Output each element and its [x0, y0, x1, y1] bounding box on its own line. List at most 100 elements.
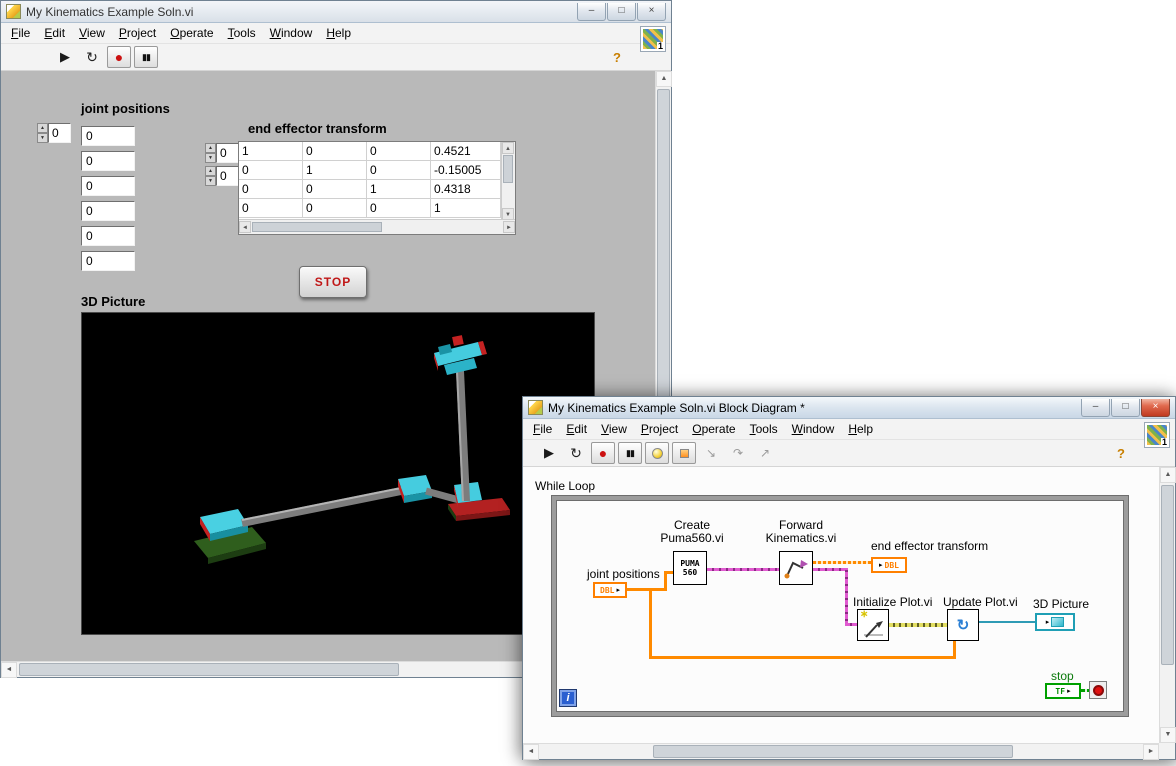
run-button[interactable]: ▶ [537, 442, 561, 464]
decrement-icon[interactable]: ▼ [205, 153, 216, 163]
menu-view[interactable]: View [594, 420, 634, 438]
joint-positions-terminal[interactable]: DBL ▸ [593, 582, 627, 598]
table-cell[interactable]: 0 [367, 199, 431, 218]
wire-joint-positions-branch[interactable] [953, 641, 956, 659]
menu-operate[interactable]: Operate [163, 24, 220, 42]
table-cell[interactable]: 1 [303, 161, 367, 180]
stop-button[interactable]: STOP [299, 266, 367, 298]
wire-joint-positions-branch[interactable] [649, 656, 956, 659]
table-cell[interactable]: 0 [239, 199, 303, 218]
joint-index-control[interactable]: ▲ ▼ 0 [37, 123, 71, 143]
diagram-horizontal-scrollbar[interactable]: ◄ ► [523, 743, 1159, 759]
scroll-up-icon[interactable]: ▲ [1160, 467, 1176, 483]
run-continuous-button[interactable]: ↻ [564, 442, 588, 464]
loop-condition-terminal[interactable] [1089, 681, 1107, 699]
table-cell[interactable]: 0.4521 [431, 142, 501, 161]
joint-value-1[interactable]: 0 [81, 151, 135, 171]
table-vertical-scrollbar[interactable]: ▲ ▼ [501, 142, 515, 220]
table-cell[interactable]: 0.4318 [431, 180, 501, 199]
end-effector-terminal[interactable]: ▸ DBL [871, 557, 907, 573]
decrement-icon[interactable]: ▼ [37, 133, 48, 143]
increment-icon[interactable]: ▲ [205, 143, 216, 153]
help-button[interactable]: ? [1109, 442, 1133, 464]
menu-window[interactable]: Window [263, 24, 320, 42]
abort-button[interactable]: ● [107, 46, 131, 68]
vi-icon[interactable]: 1 [640, 26, 666, 52]
scroll-down-icon[interactable]: ▼ [1160, 727, 1176, 743]
stop-terminal[interactable]: TF ▸ [1045, 683, 1081, 699]
menu-file[interactable]: File [526, 420, 559, 438]
joint-index-value[interactable]: 0 [48, 123, 71, 143]
scroll-right-icon[interactable]: ► [503, 221, 515, 233]
iteration-terminal[interactable]: i [559, 689, 577, 707]
scroll-right-icon[interactable]: ► [1143, 744, 1159, 760]
joint-value-5[interactable]: 0 [81, 251, 135, 271]
row-index-value[interactable]: 0 [216, 143, 239, 163]
table-cell[interactable]: 1 [431, 199, 501, 218]
scroll-up-icon[interactable]: ▲ [656, 71, 672, 87]
decrement-icon[interactable]: ▼ [205, 176, 216, 186]
scroll-left-icon[interactable]: ◄ [523, 744, 539, 760]
menu-tools[interactable]: Tools [743, 420, 785, 438]
help-button[interactable]: ? [605, 46, 629, 68]
scroll-thumb[interactable] [653, 745, 1013, 758]
table-horizontal-scrollbar[interactable]: ◄ ► [239, 219, 515, 234]
abort-button[interactable]: ● [591, 442, 615, 464]
table-cell[interactable]: 0 [239, 161, 303, 180]
diagram-vertical-scrollbar[interactable]: ▲ ▼ [1159, 467, 1175, 743]
front-panel-titlebar[interactable]: My Kinematics Example Soln.vi – □ × [1, 1, 671, 23]
scroll-thumb[interactable] [503, 155, 513, 183]
step-out-button[interactable]: ↗ [753, 442, 777, 464]
initialize-plot-node[interactable]: ∗ [857, 609, 889, 641]
menu-window[interactable]: Window [785, 420, 842, 438]
scroll-thumb[interactable] [1161, 485, 1174, 665]
pause-button[interactable]: ▮▮ [618, 442, 642, 464]
table-cell[interactable]: -0.15005 [431, 161, 501, 180]
step-over-button[interactable]: ↷ [726, 442, 750, 464]
transform-row-index[interactable]: ▲ ▼ 0 [205, 143, 239, 163]
wire-joint-positions-branch[interactable] [649, 591, 652, 659]
wire-robot-object[interactable] [813, 568, 848, 571]
retain-wire-values-button[interactable] [672, 442, 696, 464]
scroll-up-icon[interactable]: ▲ [502, 142, 514, 154]
menu-edit[interactable]: Edit [559, 420, 594, 438]
scroll-thumb[interactable] [252, 222, 382, 232]
table-cell[interactable]: 0 [303, 199, 367, 218]
3d-picture-terminal[interactable]: ▸ [1035, 613, 1075, 631]
scroll-left-icon[interactable]: ◄ [239, 221, 251, 233]
joint-value-2[interactable]: 0 [81, 176, 135, 196]
step-into-button[interactable]: ↘ [699, 442, 723, 464]
menu-tools[interactable]: Tools [221, 24, 263, 42]
menu-edit[interactable]: Edit [37, 24, 72, 42]
wire-picture-reference[interactable] [979, 621, 1035, 623]
menu-help[interactable]: Help [319, 24, 358, 42]
forward-kinematics-node[interactable] [779, 551, 813, 585]
transform-col-index[interactable]: ▲ ▼ 0 [205, 166, 239, 186]
maximize-button[interactable]: □ [1111, 399, 1140, 417]
table-cell[interactable]: 1 [367, 180, 431, 199]
table-cell[interactable]: 0 [239, 180, 303, 199]
menu-project[interactable]: Project [634, 420, 685, 438]
run-button[interactable]: ▶ [53, 46, 77, 68]
wire-stop-boolean[interactable] [1081, 689, 1089, 692]
wire-robot-object[interactable] [707, 568, 779, 571]
wire-transform-matrix[interactable] [813, 561, 871, 564]
menu-help[interactable]: Help [841, 420, 880, 438]
vi-icon[interactable]: 1 [1144, 422, 1170, 448]
update-plot-node[interactable]: ↻ [947, 609, 979, 641]
maximize-button[interactable]: □ [607, 3, 636, 21]
table-cell[interactable]: 0 [367, 161, 431, 180]
col-index-value[interactable]: 0 [216, 166, 239, 186]
scroll-left-icon[interactable]: ◄ [1, 662, 17, 678]
wire-joint-positions[interactable] [627, 588, 665, 591]
3d-picture-control[interactable] [81, 312, 595, 635]
wire-robot-object[interactable] [845, 568, 848, 626]
block-diagram-titlebar[interactable]: My Kinematics Example Soln.vi Block Diag… [523, 397, 1175, 419]
minimize-button[interactable]: – [577, 3, 606, 21]
menu-operate[interactable]: Operate [685, 420, 742, 438]
highlight-execution-button[interactable] [645, 442, 669, 464]
table-cell[interactable]: 0 [303, 142, 367, 161]
menu-project[interactable]: Project [112, 24, 163, 42]
scroll-thumb[interactable] [657, 89, 670, 409]
scroll-thumb[interactable] [19, 663, 399, 676]
